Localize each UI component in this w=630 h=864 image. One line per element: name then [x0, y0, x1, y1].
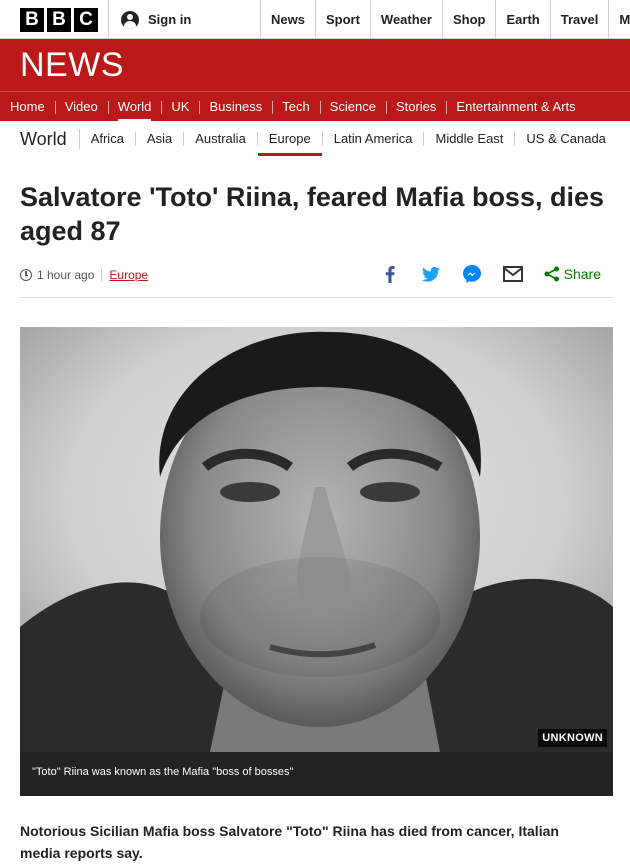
article-figure: UNKNOWN "Toto" Riina was known as the Ma…	[20, 327, 613, 797]
sub-nav-latin-america[interactable]: Latin America	[323, 132, 425, 146]
section-nav: Home Video World UK Business Tech Scienc…	[0, 91, 630, 121]
image-caption: "Toto" Riina was known as the Mafia "bos…	[20, 752, 613, 796]
share-icon	[544, 266, 559, 282]
sub-nav-title[interactable]: World	[20, 129, 80, 149]
article-headline: Salvatore 'Toto' Riina, feared Mafia bos…	[20, 182, 604, 246]
signin-label: Sign in	[148, 12, 192, 27]
section-nav-science[interactable]: Science	[319, 92, 386, 121]
timestamp: 1 hour ago	[37, 268, 95, 282]
section-nav-tech[interactable]: Tech	[272, 92, 319, 121]
section-nav-world[interactable]: World	[107, 92, 162, 121]
global-nav-more[interactable]: Mo	[608, 0, 630, 39]
section-nav-video[interactable]: Video	[54, 92, 108, 121]
section-nav-home[interactable]: Home	[0, 92, 55, 121]
clock-icon	[20, 269, 32, 281]
global-nav-shop[interactable]: Shop	[441, 0, 496, 39]
global-nav-weather[interactable]: Weather	[369, 0, 442, 39]
share-button[interactable]: Share	[544, 266, 601, 282]
section-nav-uk[interactable]: UK	[161, 92, 199, 121]
news-banner: NEWS	[0, 39, 630, 91]
share-label: Share	[563, 266, 601, 282]
global-nav-earth[interactable]: Earth	[495, 0, 549, 39]
sub-nav-europe[interactable]: Europe	[257, 132, 323, 156]
portrait-image	[20, 327, 613, 752]
facebook-icon[interactable]	[380, 264, 400, 284]
global-header: B B C Sign in News Sport Weather Shop Ea…	[0, 0, 630, 39]
bbc-logo[interactable]: B B C	[20, 8, 98, 32]
logo-letter: B	[47, 8, 71, 32]
section-nav-entertainment[interactable]: Entertainment & Arts	[446, 92, 585, 121]
global-nav-travel[interactable]: Travel	[549, 0, 609, 39]
section-nav-stories[interactable]: Stories	[385, 92, 446, 121]
article-meta: 1 hour ago Europe Share	[20, 262, 613, 298]
sub-nav-middle-east[interactable]: Middle East	[424, 132, 516, 146]
twitter-icon[interactable]	[421, 264, 441, 284]
meta-divider	[101, 268, 103, 282]
sub-nav: World Africa Asia Australia Europe Latin…	[0, 121, 630, 157]
article-photo: UNKNOWN	[20, 327, 613, 752]
sub-nav-africa[interactable]: Africa	[80, 132, 136, 146]
article-intro: Notorious Sicilian Mafia boss Salvatore …	[20, 823, 559, 861]
category-link[interactable]: Europe	[109, 268, 148, 282]
messenger-icon[interactable]	[462, 264, 482, 284]
logo-letter: C	[74, 8, 98, 32]
global-nav-news[interactable]: News	[260, 0, 315, 39]
global-nav-sport[interactable]: Sport	[314, 0, 370, 39]
global-nav: News Sport Weather Shop Earth Travel Mo	[260, 0, 630, 39]
image-credit: UNKNOWN	[538, 729, 607, 747]
user-icon	[121, 10, 139, 29]
sub-nav-asia[interactable]: Asia	[136, 132, 185, 146]
sub-nav-australia[interactable]: Australia	[184, 132, 258, 146]
share-tools: Share	[359, 264, 601, 284]
email-icon[interactable]	[502, 264, 523, 284]
signin-button[interactable]: Sign in	[108, 0, 260, 39]
logo-letter: B	[20, 8, 44, 32]
timestamp-row: 1 hour ago Europe	[20, 268, 148, 282]
news-logo[interactable]: NEWS	[20, 46, 124, 85]
sub-nav-us-canada[interactable]: US & Canada	[515, 132, 617, 146]
section-nav-business[interactable]: Business	[199, 92, 272, 121]
